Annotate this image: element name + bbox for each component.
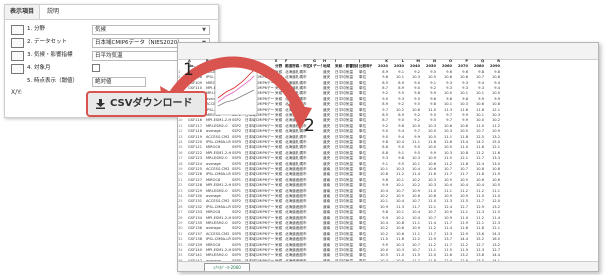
indicator-icon [11,51,24,61]
csv-download-button[interactable]: CSVダウンロード [86,91,207,117]
step-marker-1: 1 [183,60,194,80]
csv-download-label: CSVダウンロード [110,98,193,109]
sheet-tab[interactable]: ｼﾅﾘｵﾃﾞｰﾀ-2060 [204,263,250,271]
month-checkbox[interactable] [92,64,100,72]
month-icon [11,64,24,74]
dataset-icon [11,38,24,48]
chevron-down-icon: ▼ [202,27,206,33]
download-icon [96,99,105,109]
field-select[interactable]: 気候 ▼ [92,25,210,35]
step-marker-2: 2 [304,116,315,136]
threshold-label: 5. 時点表示（閾値） [27,78,78,84]
dataset-label: 2. データセット [27,39,67,45]
panel-tabbar: 表示項目 説明 [5,5,218,20]
threshold-select[interactable]: 絶対値 [92,77,146,87]
tab-display-items[interactable]: 表示項目 [5,5,40,19]
indicator-label: 3. 気候・影響指標 [27,52,73,58]
axis-label: X/Y: [11,89,23,96]
tab-description[interactable]: 説明 [41,5,65,19]
sheet-tabbar: ｼﾅﾘｵﾃﾞｰﾀ-2060 [178,261,598,271]
field-icon [11,25,24,35]
month-label: 4. 対象月 [27,65,51,71]
field-label: 1. 分野 [27,26,45,32]
